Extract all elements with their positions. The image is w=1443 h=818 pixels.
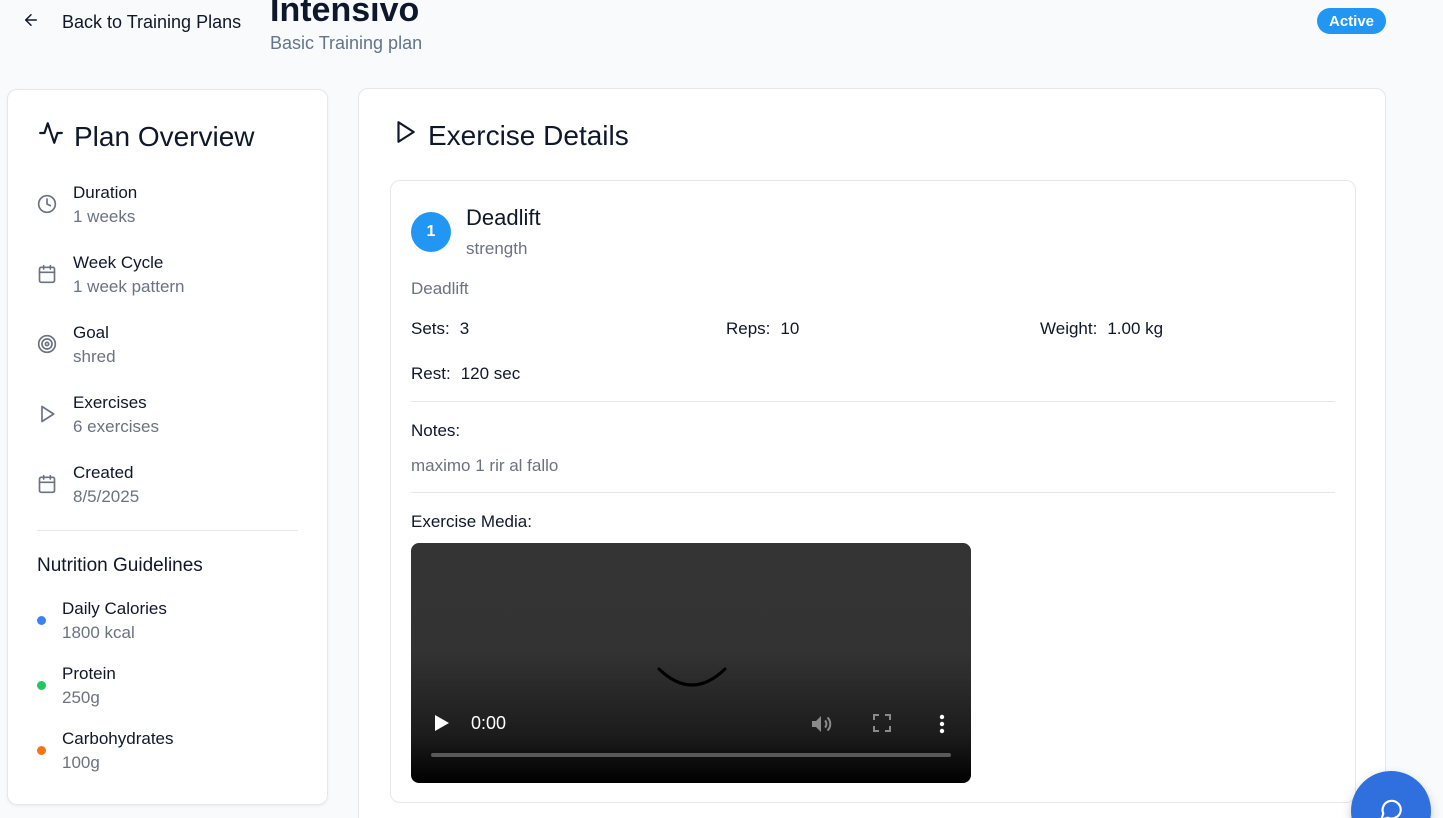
page-title: Intensivo	[270, 0, 420, 29]
volume-icon[interactable]	[809, 712, 833, 736]
divider	[37, 530, 298, 531]
nutrition-item-carbohydrates: Carbohydrates 100g	[37, 728, 174, 776]
nutrition-item-protein: Protein 250g	[37, 663, 116, 711]
notes-label: Notes:	[411, 421, 461, 440]
stat-sets: Sets: 3	[411, 319, 469, 339]
nutrition-item-calories: Daily Calories 1800 kcal	[37, 598, 167, 646]
plan-overview-title: Plan Overview	[74, 120, 255, 152]
overview-value: 8/5/2025	[73, 487, 140, 506]
nutrition-value: 100g	[62, 753, 100, 772]
carbohydrates-dot	[37, 746, 46, 755]
stat-label: Weight:	[1040, 319, 1098, 338]
overview-label: Created	[73, 463, 134, 482]
video-time: 0:00	[471, 713, 507, 733]
stat-label: Sets:	[411, 319, 450, 338]
exercise-details-heading: Exercise Details	[392, 119, 629, 152]
overview-item-goal: Goal shred	[37, 322, 116, 370]
stat-rest: Rest: 120 sec	[411, 364, 520, 384]
overview-item-created: Created 8/5/2025	[37, 462, 139, 510]
calendar-icon	[37, 264, 57, 284]
stat-value: 120 sec	[460, 364, 521, 383]
protein-dot	[37, 681, 46, 690]
overview-label: Week Cycle	[73, 253, 164, 272]
calories-dot	[37, 616, 46, 625]
overview-item-week-cycle: Week Cycle 1 week pattern	[37, 252, 185, 300]
stat-label: Rest:	[411, 364, 451, 383]
calendar-icon	[37, 474, 57, 494]
media-label: Exercise Media:	[411, 512, 532, 531]
video-progress-bar[interactable]	[431, 753, 951, 757]
back-link-label: Back to Training Plans	[62, 11, 242, 32]
overview-item-duration: Duration 1 weeks	[37, 182, 137, 230]
nutrition-heading: Nutrition Guidelines	[37, 555, 203, 576]
nutrition-label: Daily Calories	[62, 599, 167, 618]
notes-value: maximo 1 rir al fallo	[411, 456, 559, 475]
target-icon	[37, 334, 57, 354]
activity-icon	[38, 120, 64, 153]
exercise-description: Deadlift	[411, 279, 469, 298]
play-icon[interactable]	[433, 713, 451, 733]
chat-icon	[1380, 799, 1402, 818]
play-icon	[392, 119, 418, 152]
exercise-number-badge: 1	[411, 212, 451, 252]
exercise-item-card: 1 Deadlift strength Deadlift Sets: 3 Rep…	[390, 180, 1356, 803]
arrow-left-icon	[22, 11, 40, 34]
nutrition-label: Carbohydrates	[62, 729, 174, 748]
clock-icon	[37, 194, 57, 214]
status-badge: Active	[1317, 8, 1387, 34]
page-subtitle: Basic Training plan	[270, 33, 423, 53]
nutrition-value: 1800 kcal	[62, 623, 135, 642]
stat-value: 10	[780, 319, 800, 338]
overview-label: Exercises	[73, 393, 147, 412]
nutrition-value: 250g	[62, 688, 100, 707]
exercise-details-title: Exercise Details	[428, 119, 629, 151]
overview-value: 6 exercises	[73, 417, 159, 436]
plan-overview-card: Plan Overview Duration 1 weeks Week Cycl…	[7, 89, 328, 805]
stat-value: 1.00 kg	[1107, 319, 1164, 338]
stat-label: Reps:	[726, 319, 771, 338]
divider	[411, 401, 1335, 402]
overview-label: Duration	[73, 183, 138, 202]
fullscreen-icon[interactable]	[872, 713, 892, 733]
overview-item-exercises: Exercises 6 exercises	[37, 392, 159, 440]
exercise-video-player[interactable]: 0:00	[411, 543, 971, 783]
loading-spinner-icon	[657, 667, 727, 687]
play-icon	[37, 404, 57, 424]
stat-reps: Reps: 10	[726, 319, 799, 339]
divider	[411, 492, 1335, 493]
overview-value: 1 week pattern	[73, 277, 185, 296]
exercise-name: Deadlift	[466, 205, 541, 230]
overview-value: 1 weeks	[73, 207, 136, 226]
stat-weight: Weight: 1.00 kg	[1040, 319, 1163, 339]
exercise-category: strength	[466, 239, 528, 258]
back-to-plans-link[interactable]: Back to Training Plans	[22, 10, 241, 34]
nutrition-label: Protein	[62, 664, 116, 683]
overview-value: shred	[73, 347, 116, 366]
more-options-icon[interactable]	[933, 712, 951, 736]
plan-overview-heading: Plan Overview	[38, 120, 255, 153]
stat-value: 3	[459, 319, 470, 338]
exercise-details-card: Exercise Details 1 Deadlift strength Dea…	[358, 88, 1386, 818]
overview-label: Goal	[73, 323, 109, 342]
